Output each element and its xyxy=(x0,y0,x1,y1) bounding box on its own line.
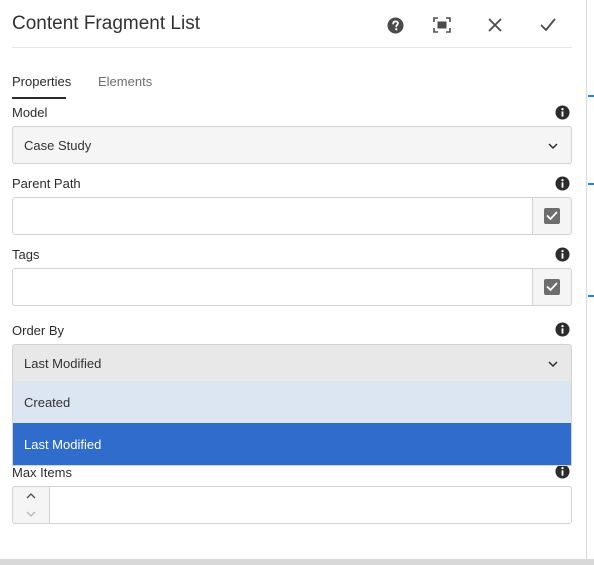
tags-picker-button[interactable] xyxy=(532,268,572,306)
info-icon[interactable] xyxy=(555,322,570,337)
dialog-edge xyxy=(586,0,587,565)
decrement-button[interactable] xyxy=(13,505,49,523)
chevron-down-icon xyxy=(548,143,558,150)
model-select[interactable]: Case Study xyxy=(12,126,572,164)
dialog-header: Content Fragment List xyxy=(12,0,572,48)
model-select-value: Case Study xyxy=(24,138,92,153)
order-by-select[interactable]: Last Modified xyxy=(12,344,572,382)
done-button[interactable] xyxy=(535,12,561,38)
order-by-label: Order By xyxy=(12,323,65,338)
select-checkmark-icon xyxy=(544,208,560,224)
max-items-field xyxy=(12,486,572,524)
info-icon[interactable] xyxy=(555,247,570,262)
chevron-down-icon xyxy=(26,511,36,517)
help-button[interactable] xyxy=(382,12,408,38)
option-label: Last Modified xyxy=(24,437,102,452)
close-icon xyxy=(488,18,502,32)
increment-button[interactable] xyxy=(13,487,49,505)
max-items-stepper xyxy=(12,486,50,524)
parent-path-picker-button[interactable] xyxy=(532,197,572,235)
parent-path-label: Parent Path xyxy=(12,176,81,191)
parent-path-input[interactable] xyxy=(12,197,533,235)
info-icon[interactable] xyxy=(555,464,570,479)
active-tab-indicator xyxy=(12,97,66,99)
bottom-bar xyxy=(0,559,594,565)
select-checkmark-icon xyxy=(544,279,560,295)
background-page xyxy=(586,0,594,565)
max-items-input[interactable] xyxy=(49,486,572,524)
content-fragment-list-dialog: Content Fragment List Properties Element… xyxy=(0,0,586,559)
tags-input[interactable] xyxy=(12,268,533,306)
model-label: Model xyxy=(12,105,48,120)
order-by-select-value: Last Modified xyxy=(24,356,102,371)
tab-elements[interactable]: Elements xyxy=(98,74,152,89)
option-label: Created xyxy=(24,395,71,410)
chevron-up-icon xyxy=(26,493,36,499)
info-icon[interactable] xyxy=(555,105,570,120)
close-button[interactable] xyxy=(482,12,508,38)
fullscreen-icon xyxy=(433,17,451,33)
max-items-label: Max Items xyxy=(12,465,72,480)
background-divider xyxy=(588,183,594,185)
chevron-down-icon xyxy=(548,361,558,368)
dialog-title: Content Fragment List xyxy=(12,13,200,34)
info-icon[interactable] xyxy=(555,176,570,191)
tab-properties[interactable]: Properties xyxy=(12,74,71,89)
option-last-modified[interactable]: Last Modified xyxy=(13,423,571,465)
help-icon xyxy=(386,16,404,34)
background-divider xyxy=(588,295,594,297)
fullscreen-button[interactable] xyxy=(429,12,455,38)
checkmark-icon xyxy=(540,18,556,31)
background-divider xyxy=(588,95,594,97)
tags-label: Tags xyxy=(12,247,40,262)
tags-field xyxy=(12,268,572,306)
order-by-options-list: Created Last Modified xyxy=(12,381,572,466)
option-created[interactable]: Created xyxy=(13,381,571,423)
parent-path-field xyxy=(12,197,572,235)
